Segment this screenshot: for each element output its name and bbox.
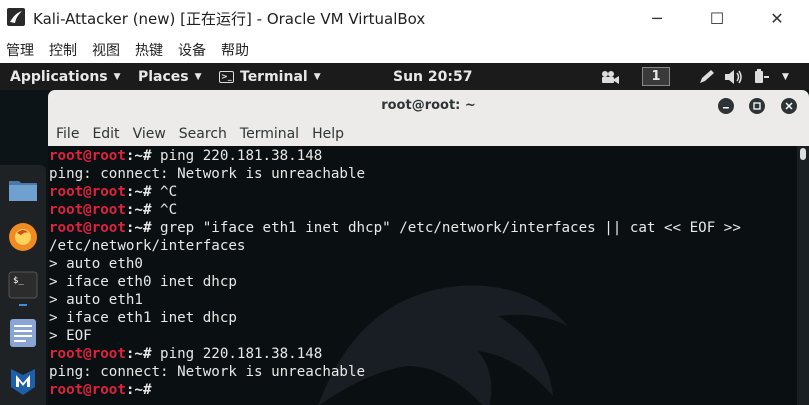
terminal-line: > iface eth1 inet dhcp: [49, 309, 741, 327]
prompt-path: :~#: [125, 184, 161, 200]
clock[interactable]: Sun 20:57: [393, 63, 472, 90]
minimize-button[interactable]: ─: [634, 0, 680, 36]
terminal-maximize-button[interactable]: [749, 98, 765, 114]
terminal-menu-file[interactable]: File: [56, 126, 79, 142]
line-text: ping: connect: Network is unreachable: [49, 166, 366, 182]
vbox-menu-help[interactable]: 帮助: [221, 40, 249, 60]
chevron-down-icon: ▼: [113, 71, 121, 82]
virtualbox-app-icon: [7, 8, 25, 26]
places-menu[interactable]: Places ▼: [138, 63, 202, 90]
terminal-line: ping: connect: Network is unreachable: [49, 363, 741, 381]
video-camera-icon[interactable]: [600, 69, 620, 85]
terminal-line: > EOF: [49, 327, 741, 345]
terminal-icon[interactable]: $_: [7, 269, 39, 301]
terminal-menu-help[interactable]: Help: [312, 126, 344, 142]
prompt-path: :~#: [125, 382, 161, 398]
line-text: > EOF: [49, 328, 92, 344]
terminal-window: root@root: ~ File Edit View Search Termi…: [48, 90, 809, 405]
firefox-icon[interactable]: [7, 221, 39, 253]
maximize-button[interactable]: ☐: [694, 0, 740, 36]
terminal-titlebar[interactable]: root@root: ~: [48, 90, 809, 122]
line-text: ^C: [160, 184, 178, 200]
workspace-indicator[interactable]: 1: [642, 67, 670, 86]
places-label: Places: [138, 68, 189, 85]
terminal-icon: >_: [219, 70, 234, 83]
terminal-menu-edit[interactable]: Edit: [92, 126, 119, 142]
vbox-menu-hotkeys[interactable]: 热键: [135, 40, 163, 60]
line-text: ping 220.181.38.148: [160, 346, 323, 362]
terminal-app-label: Terminal: [240, 68, 308, 85]
terminal-line: > auto eth1: [49, 291, 741, 309]
terminal-lines: root@root:~# ping 220.181.38.148 ping: co…: [49, 147, 741, 399]
power-battery-icon[interactable]: [753, 69, 771, 85]
pen-icon[interactable]: [698, 69, 716, 85]
vbox-menu-control[interactable]: 控制: [49, 40, 77, 60]
text-editor-icon[interactable]: [7, 317, 39, 349]
vbox-menu-view[interactable]: 视图: [92, 40, 120, 60]
chevron-down-icon: ▼: [194, 71, 202, 82]
line-text: grep "iface eth1 inet dhcp" /etc/network…: [160, 220, 741, 236]
line-text: > iface eth0 inet dhcp: [49, 274, 237, 290]
vbox-menu-devices[interactable]: 设备: [178, 40, 206, 60]
terminal-line: root@root:~#: [49, 381, 741, 399]
terminal-close-button[interactable]: [781, 98, 797, 114]
line-text: > iface eth1 inet dhcp: [49, 310, 237, 326]
shell-prompt: root@root: [49, 184, 126, 200]
terminal-line: > iface eth0 inet dhcp: [49, 273, 741, 291]
terminal-scrollbar[interactable]: [797, 146, 809, 405]
terminal-output[interactable]: root@root:~# ping 220.181.38.148 ping: co…: [48, 146, 809, 405]
vbox-menubar: 管理 控制 视图 热键 设备 帮助: [0, 37, 809, 63]
prompt-path: :~#: [125, 148, 161, 164]
metasploit-icon[interactable]: [7, 365, 39, 397]
close-button[interactable]: ✕: [754, 0, 800, 36]
maximize-icon: [753, 102, 761, 110]
terminal-line: root@root:~# ^C: [49, 201, 741, 219]
terminal-line: root@root:~# ^C: [49, 183, 741, 201]
kali-dock: $_: [0, 165, 46, 405]
shell-prompt: root@root: [49, 202, 126, 218]
vbox-titlebar: Kali-Attacker (new) [正在运行] - Oracle VM V…: [0, 0, 809, 36]
vbox-window-title: Kali-Attacker (new) [正在运行] - Oracle VM V…: [33, 10, 426, 28]
running-indicator: [19, 304, 27, 306]
line-text: ^C: [160, 202, 178, 218]
vbox-menu-manage[interactable]: 管理: [6, 40, 34, 60]
shell-prompt: root@root: [49, 382, 126, 398]
prompt-path: :~#: [125, 346, 161, 362]
kali-top-panel: Applications ▼ Places ▼ >_ Terminal ▼ Su…: [0, 63, 809, 90]
applications-label: Applications: [10, 68, 108, 85]
terminal-menu-terminal[interactable]: Terminal: [240, 126, 299, 142]
shell-prompt: root@root: [49, 346, 126, 362]
terminal-line: > auto eth0: [49, 255, 741, 273]
line-text: > auto eth0: [49, 256, 143, 272]
volume-icon[interactable]: [724, 69, 744, 85]
terminal-line: ping: connect: Network is unreachable: [49, 165, 741, 183]
system-menu-chevron-icon[interactable]: ▼: [782, 63, 789, 90]
chevron-down-icon: ▼: [313, 71, 321, 82]
terminal-app-menu[interactable]: >_ Terminal ▼: [219, 63, 321, 90]
terminal-menu-view[interactable]: View: [133, 126, 166, 142]
terminal-line: root@root:~# ping 220.181.38.148: [49, 147, 741, 165]
prompt-path: :~#: [125, 202, 161, 218]
terminal-menubar: File Edit View Search Terminal Help: [48, 122, 809, 146]
line-text: ping: connect: Network is unreachable: [49, 364, 366, 380]
terminal-window-title: root@root: ~: [381, 98, 476, 113]
terminal-minimize-button[interactable]: [718, 98, 734, 114]
shell-prompt: root@root: [49, 148, 126, 164]
files-icon[interactable]: [7, 173, 39, 205]
line-text: ping 220.181.38.148: [160, 148, 323, 164]
line-text: /etc/network/interfaces: [49, 238, 246, 254]
prompt-path: :~#: [125, 220, 161, 236]
terminal-menu-search[interactable]: Search: [179, 126, 227, 142]
terminal-line: root@root:~# ping 220.181.38.148: [49, 345, 741, 363]
line-text: > auto eth1: [49, 292, 143, 308]
scrollbar-thumb[interactable]: [800, 148, 806, 160]
applications-menu[interactable]: Applications ▼: [10, 63, 121, 90]
svg-text:$_: $_: [13, 276, 24, 286]
close-icon: [785, 102, 793, 110]
terminal-line: root@root:~# grep "iface eth1 inet dhcp"…: [49, 219, 741, 237]
shell-prompt: root@root: [49, 220, 126, 236]
minimize-icon: [723, 107, 729, 109]
terminal-line: /etc/network/interfaces: [49, 237, 741, 255]
